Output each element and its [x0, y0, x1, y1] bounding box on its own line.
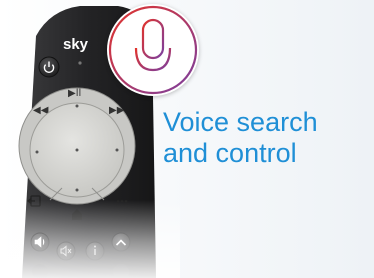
caption-line-1: Voice search: [163, 107, 318, 137]
volume-button[interactable]: [30, 232, 50, 252]
brand-logo: sky: [63, 36, 89, 53]
scene: sky ◀◀ ▶ll ▶▶ Voice search and control: [0, 0, 374, 278]
fast-forward-button[interactable]: ▶▶: [109, 105, 125, 116]
channel-up-button[interactable]: [111, 232, 131, 252]
pad-dot-right: [115, 148, 119, 152]
play-pause-button[interactable]: ▶ll: [68, 88, 81, 99]
power-button[interactable]: [38, 56, 60, 78]
pad-dot-up: [75, 104, 79, 108]
indicator-dot: [78, 61, 82, 65]
voice-badge: [107, 4, 199, 96]
info-button[interactable]: [85, 241, 105, 261]
pad-dot-center: [75, 148, 79, 152]
play-pause-icon: ▶ll: [68, 88, 81, 99]
caption-line-2: and control: [163, 138, 297, 168]
pad-dot-left: [35, 150, 39, 154]
pad-dot-down: [75, 188, 79, 192]
more-icon: [116, 199, 128, 203]
info-icon: [94, 245, 96, 255]
feature-caption: Voice search and control: [163, 107, 318, 169]
more-button[interactable]: [116, 199, 128, 203]
mute-button[interactable]: [56, 241, 76, 261]
microphone-icon: [108, 5, 198, 95]
fast-forward-icon: ▶▶: [109, 105, 125, 116]
